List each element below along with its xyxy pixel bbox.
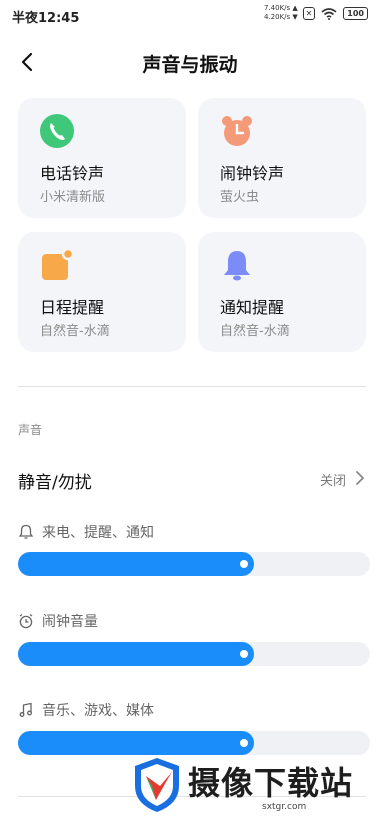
card-title: 通知提醒	[220, 298, 285, 317]
card-title: 电话铃声	[40, 164, 105, 183]
alarm-volume-slider[interactable]	[18, 642, 370, 666]
alarm-clock-icon	[222, 116, 252, 146]
volume-label-text: 来电、提醒、通知	[42, 525, 154, 541]
mute-dnd-label: 静音/勿扰	[18, 473, 92, 493]
shield-logo-icon	[135, 758, 179, 812]
watermark: 摄像下载站 sxtgr.com	[132, 756, 380, 818]
card-subtitle: 自然音-水滴	[40, 324, 110, 339]
card-subtitle: 自然音-水滴	[220, 324, 290, 339]
music-note-icon	[19, 702, 32, 717]
chevron-right-icon	[356, 471, 365, 485]
slider-fill	[18, 552, 254, 576]
card-schedule-reminder[interactable]: 日程提醒 自然音-水滴	[18, 232, 186, 352]
phone-icon	[40, 114, 74, 148]
ring-volume-slider[interactable]	[18, 552, 370, 576]
card-subtitle: 小米清新版	[40, 190, 106, 205]
volume-label-ring: 来电、提醒、通知	[18, 522, 154, 542]
wifi-icon	[321, 7, 337, 20]
status-time: 半夜12:45	[12, 11, 80, 26]
section-label-sound: 声音	[18, 423, 43, 437]
slider-fill	[18, 642, 254, 666]
card-subtitle: 萤火虫	[220, 190, 260, 205]
upload-speed: 7.40K/s ▲	[264, 4, 298, 12]
download-speed: 4.20K/s ▼	[264, 13, 298, 21]
bell-outline-icon	[18, 524, 34, 539]
slider-knob[interactable]	[240, 739, 248, 747]
divider	[18, 386, 366, 387]
mute-dnd-row[interactable]: 静音/勿扰 关闭	[0, 460, 380, 496]
volume-label-text: 闹钟音量	[42, 614, 98, 630]
volume-label-alarm: 闹钟音量	[18, 611, 98, 631]
mute-dnd-value: 关闭	[319, 474, 346, 489]
clock-outline-icon	[19, 613, 33, 629]
volume-label-text: 音乐、游戏、媒体	[42, 703, 154, 719]
watermark-text: 摄像下载站	[188, 764, 354, 802]
sim-x-icon: ✕	[302, 7, 316, 20]
volume-label-media: 音乐、游戏、媒体	[18, 700, 154, 720]
slider-fill	[18, 731, 254, 755]
status-bar: 半夜12:45 7.40K/s ▲ 4.20K/s ▼ ✕ 100	[0, 0, 380, 30]
page-title: 声音与振动	[142, 54, 238, 76]
slider-knob[interactable]	[240, 560, 248, 568]
bell-icon	[224, 251, 250, 281]
media-volume-slider[interactable]	[18, 731, 370, 755]
card-notification-reminder[interactable]: 通知提醒 自然音-水滴	[198, 232, 366, 352]
page-header: 声音与振动	[0, 40, 380, 84]
watermark-url: sxtgr.com	[262, 802, 307, 812]
slider-knob[interactable]	[240, 650, 248, 658]
card-phone-ringtone[interactable]: 电话铃声 小米清新版	[18, 98, 186, 218]
card-title: 闹钟铃声	[220, 164, 285, 183]
card-title: 日程提醒	[40, 298, 105, 317]
battery-icon: 100	[343, 7, 368, 20]
calendar-note-icon	[42, 248, 74, 280]
network-speed: 7.40K/s ▲ 4.20K/s ▼	[264, 4, 298, 22]
card-alarm-ringtone[interactable]: 闹钟铃声 萤火虫	[198, 98, 366, 218]
